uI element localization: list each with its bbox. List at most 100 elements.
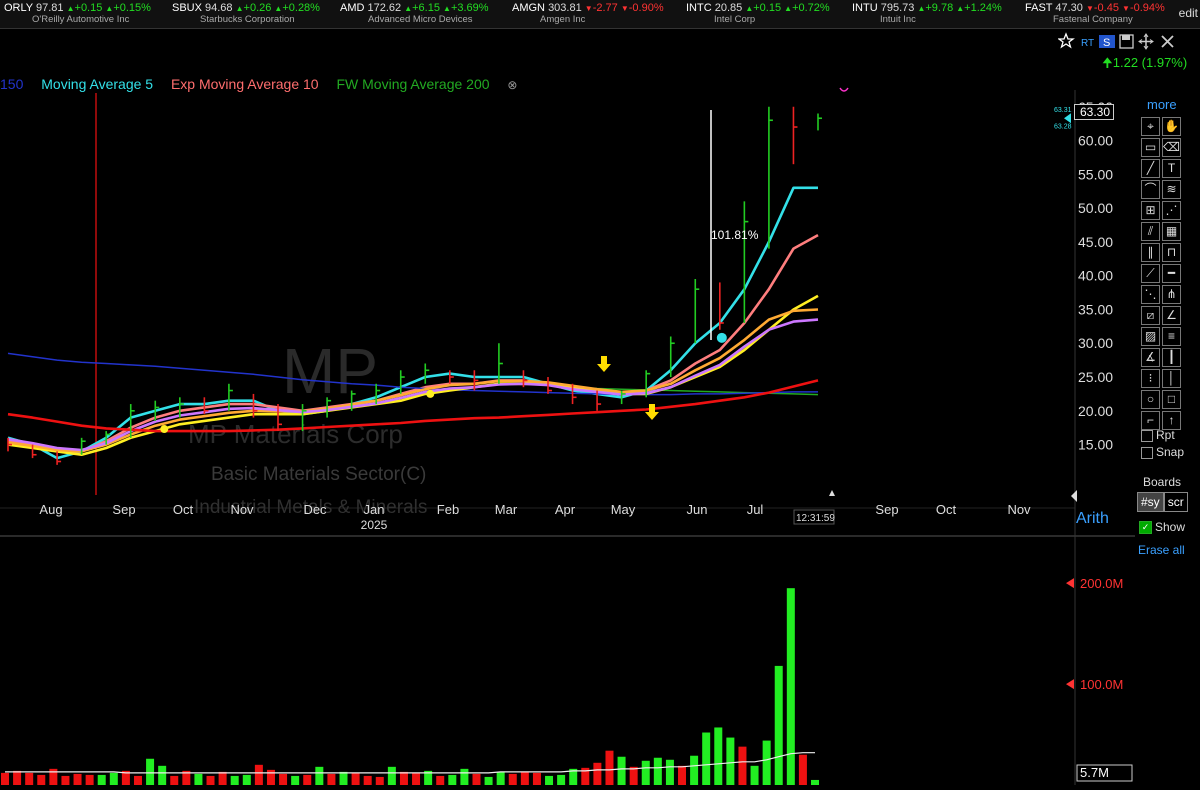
- ticker-symbol: SBUX: [172, 2, 206, 14]
- volume-bar: [532, 772, 541, 785]
- y-tick-label: 50.00: [1078, 200, 1113, 216]
- eraser-icon[interactable]: ⌫: [1162, 138, 1181, 157]
- move-icon[interactable]: [1138, 33, 1154, 50]
- ticker-company-name: Fastenal Company: [1053, 14, 1133, 25]
- hatch-icon[interactable]: ▨: [1141, 327, 1160, 346]
- x-tick-label: Jan: [364, 502, 385, 517]
- parallel-icon[interactable]: ∥: [1141, 243, 1160, 262]
- legend-ma5[interactable]: Moving Average 5: [41, 76, 153, 92]
- volume-bar: [363, 775, 372, 785]
- volume-bar: [412, 772, 421, 785]
- fan-icon[interactable]: ⋰: [1162, 201, 1181, 220]
- tool-grid: ⌖ ✋▭ ⌫╱ T⌒ ≋⊞ ⋰⫽ ▦∥ ⊓⟋ ━⋱ ⋔⧄ ∠▨ ≡∡ ┃⁝ │○ □⌐ ↑: [1141, 116, 1191, 431]
- ticker-change: -2.77: [592, 2, 621, 14]
- y-tick-label: 35.00: [1078, 301, 1113, 317]
- ticker-symbol: INTU: [852, 2, 881, 14]
- magnet-icon[interactable]: ⊓: [1162, 243, 1181, 262]
- legend-fw200[interactable]: FW Moving Average 200: [336, 76, 489, 92]
- price-low-label: 63.28: [1054, 123, 1072, 130]
- show-checkbox[interactable]: ✓ Show: [1139, 520, 1185, 535]
- price-high-label: 63.31: [1054, 107, 1072, 114]
- volume-bar: [315, 766, 324, 785]
- scroll-up-icon[interactable]: [829, 490, 835, 496]
- volume-bar: [194, 773, 203, 785]
- volume-bar: [327, 773, 336, 785]
- hand-icon[interactable]: ✋: [1162, 117, 1181, 136]
- y-tick-label: 15.00: [1078, 437, 1113, 453]
- volume-y-tick: 200.0M: [1080, 576, 1123, 591]
- series-line-moving-average-5: [7, 186, 818, 460]
- volume-bar: [49, 768, 58, 785]
- legend-ma150[interactable]: 150: [0, 76, 23, 92]
- ticker-amd[interactable]: AMD 172.62 ▲+6.15 ▲+3.69% Advanced Micro …: [340, 2, 489, 25]
- vertical-line2-icon[interactable]: │: [1162, 369, 1181, 388]
- volume-bar: [520, 771, 529, 785]
- ticker-intu[interactable]: INTU 795.73 ▲+9.78 ▲+1.24% Intuit Inc: [852, 2, 1002, 25]
- ticker-orly[interactable]: ORLY 97.81 ▲+0.15 ▲+0.15% O'Reilly Automo…: [4, 2, 151, 25]
- up-arrow-icon: ▲: [784, 4, 793, 13]
- close-icon[interactable]: [1161, 35, 1174, 48]
- ticker-sbux[interactable]: SBUX 94.68 ▲+0.26 ▲+0.28% Starbucks Corpo…: [172, 2, 320, 25]
- ticker-fast[interactable]: FAST 47.30 ▼-0.45 ▼-0.94% Fastenal Compan…: [1025, 2, 1165, 25]
- volume-bar: [653, 757, 662, 785]
- fibonacci-icon[interactable]: ⊞: [1141, 201, 1160, 220]
- circle-icon[interactable]: ○: [1141, 390, 1160, 409]
- x-tick-label: Sep: [875, 502, 898, 517]
- x-tick-label: May: [611, 502, 636, 517]
- angle2-icon[interactable]: ∡: [1141, 348, 1160, 367]
- speed-line-icon[interactable]: ⋱: [1141, 285, 1160, 304]
- bars-icon[interactable]: ≡: [1162, 327, 1181, 346]
- ticker-symbol: AMD: [340, 2, 368, 14]
- ticker-symbol: INTC: [686, 2, 715, 14]
- scroll-left-icon[interactable]: [1071, 490, 1077, 502]
- ticker-percent: +0.15%: [113, 2, 151, 14]
- ticker-intc[interactable]: INTC 20.85 ▲+0.15 ▲+0.72% Intel Corp: [686, 2, 830, 25]
- legend-settings-icon[interactable]: ⊗: [507, 78, 517, 92]
- volume-bar: [593, 762, 602, 785]
- sys-tab[interactable]: #sy: [1137, 492, 1164, 512]
- regression-icon[interactable]: ≋: [1162, 180, 1181, 199]
- ticker-price: 97.81: [36, 2, 67, 14]
- volume-bar: [436, 775, 445, 785]
- volume-bar: [73, 773, 82, 785]
- y-tick-label: 60.00: [1078, 133, 1113, 149]
- snap-checkbox[interactable]: Snap: [1141, 445, 1184, 459]
- ticker-price: 47.30: [1055, 2, 1086, 14]
- dots-icon[interactable]: ⁝: [1141, 369, 1160, 388]
- ray-icon[interactable]: ⟋: [1141, 264, 1160, 283]
- gann-icon[interactable]: ⧄: [1141, 306, 1160, 325]
- volume-bar: [242, 774, 251, 785]
- arith-scale-toggle[interactable]: Arith: [1076, 510, 1109, 528]
- price-volume-chart[interactable]: MPMP Materials CorpBasic Materials Secto…: [0, 28, 1135, 785]
- volume-bar: [170, 775, 179, 785]
- text-icon[interactable]: T: [1162, 159, 1181, 178]
- chart-area[interactable]: MP MP Materials Corp Basic Materials Secto…: [0, 28, 1135, 785]
- volume-bar: [109, 772, 118, 785]
- volume-bar: [1, 772, 9, 785]
- rectangle-select-icon[interactable]: ▭: [1141, 138, 1160, 157]
- y-tick-label: 25.00: [1078, 369, 1113, 385]
- volume-bar: [254, 764, 263, 785]
- square-icon[interactable]: □: [1162, 390, 1181, 409]
- trendline-icon[interactable]: ╱: [1141, 159, 1160, 178]
- channel-icon[interactable]: ⫽: [1141, 222, 1160, 241]
- rpt-checkbox[interactable]: Rpt: [1141, 428, 1175, 442]
- volume-bar: [786, 588, 795, 785]
- scr-tab[interactable]: scr: [1163, 492, 1188, 512]
- legend-ema10[interactable]: Exp Moving Average 10: [171, 76, 319, 92]
- angle-icon[interactable]: ∠: [1162, 306, 1181, 325]
- arc-icon[interactable]: ⌒: [1141, 180, 1160, 199]
- crosshair-icon[interactable]: ⌖: [1141, 117, 1160, 136]
- pitchfork-icon[interactable]: ⋔: [1162, 285, 1181, 304]
- x-tick-label: Oct: [936, 502, 957, 517]
- edit-link[interactable]: edit: [1179, 6, 1198, 20]
- more-tools-button[interactable]: more: [1147, 97, 1177, 112]
- volume-bar: [641, 760, 650, 785]
- ticker-amgn[interactable]: AMGN 303.81 ▼-2.77 ▼-0.90% Amgen Inc: [512, 2, 664, 25]
- horizontal-line-icon[interactable]: ━: [1162, 264, 1181, 283]
- up-arrow-icon: ▲: [235, 4, 244, 13]
- erase-all-button[interactable]: Erase all: [1138, 543, 1185, 557]
- grid-icon[interactable]: ▦: [1162, 222, 1181, 241]
- volume-bar: [279, 773, 288, 785]
- vertical-line-icon[interactable]: ┃: [1162, 348, 1181, 367]
